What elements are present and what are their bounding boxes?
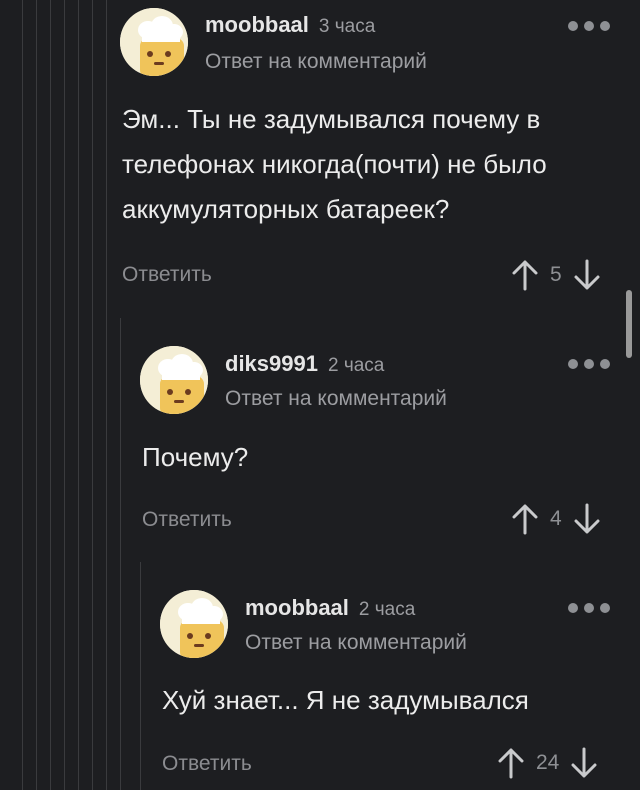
comment-author[interactable]: diks9991 2 часа — [225, 351, 384, 377]
upvote-arrow-icon[interactable] — [496, 747, 526, 779]
avatar[interactable] — [120, 8, 188, 76]
vote-control: 4 — [510, 503, 602, 535]
comment: diks9991 2 часа Ответ на комментарий Поче… — [0, 300, 640, 550]
reply-button[interactable]: Ответить — [142, 508, 232, 532]
comment-text-line: Эм... Ты не задумывался почему в — [122, 104, 541, 134]
avatar[interactable] — [160, 590, 228, 658]
comments-thread: moobbaal 3 часа Ответ на комментарий Эм..… — [0, 0, 640, 790]
comment-text-line: аккумуляторных батареек? — [122, 194, 450, 224]
comment-text-line: Хуй знает... Я не задумывался — [162, 685, 529, 715]
upvote-arrow-icon[interactable] — [510, 503, 540, 535]
comment: moobbaal 2 часа Ответ на комментарий Хуй … — [0, 550, 640, 790]
comment-text: Эм... Ты не задумывался почему в телефон… — [122, 97, 622, 232]
comment-text-line: телефонах никогда(почти) не было — [122, 149, 547, 179]
downvote-arrow-icon[interactable] — [572, 259, 602, 291]
vote-control: 5 — [510, 259, 602, 291]
comment-author[interactable]: moobbaal 3 часа — [205, 12, 375, 38]
reply-note[interactable]: Ответ на комментарий — [225, 387, 447, 411]
reply-button[interactable]: Ответить — [162, 752, 252, 776]
more-options-icon[interactable] — [568, 601, 614, 615]
comment-time: 3 часа — [318, 16, 376, 37]
chef-hat-avatar-icon — [140, 346, 208, 414]
avatar[interactable] — [140, 346, 208, 414]
vote-control: 24 — [496, 747, 599, 779]
chef-hat-avatar-icon — [120, 8, 188, 76]
more-options-icon[interactable] — [568, 19, 614, 33]
author-name[interactable]: diks9991 — [225, 351, 318, 376]
comment-author[interactable]: moobbaal 2 часа — [245, 595, 415, 621]
rating-count: 5 — [550, 263, 562, 286]
chef-hat-avatar-icon — [160, 590, 228, 658]
comment-text: Хуй знает... Я не задумывался — [162, 678, 612, 723]
author-name[interactable]: moobbaal — [205, 12, 309, 37]
rating-count: 24 — [536, 751, 560, 774]
upvote-arrow-icon[interactable] — [510, 259, 540, 291]
rating-count: 4 — [550, 507, 562, 530]
comment-time: 2 часа — [358, 599, 416, 620]
reply-note[interactable]: Ответ на комментарий — [245, 631, 467, 655]
more-options-icon[interactable] — [568, 357, 614, 371]
comment-text: Почему? — [142, 435, 612, 480]
reply-note[interactable]: Ответ на комментарий — [205, 50, 427, 74]
comment-time: 2 часа — [327, 355, 385, 376]
author-name[interactable]: moobbaal — [245, 595, 349, 620]
downvote-arrow-icon[interactable] — [572, 503, 602, 535]
scrollbar[interactable] — [626, 290, 632, 358]
downvote-arrow-icon[interactable] — [569, 747, 599, 779]
reply-button[interactable]: Ответить — [122, 263, 212, 287]
comment: moobbaal 3 часа Ответ на комментарий Эм..… — [0, 0, 640, 300]
comment-text-line: Почему? — [142, 442, 249, 472]
